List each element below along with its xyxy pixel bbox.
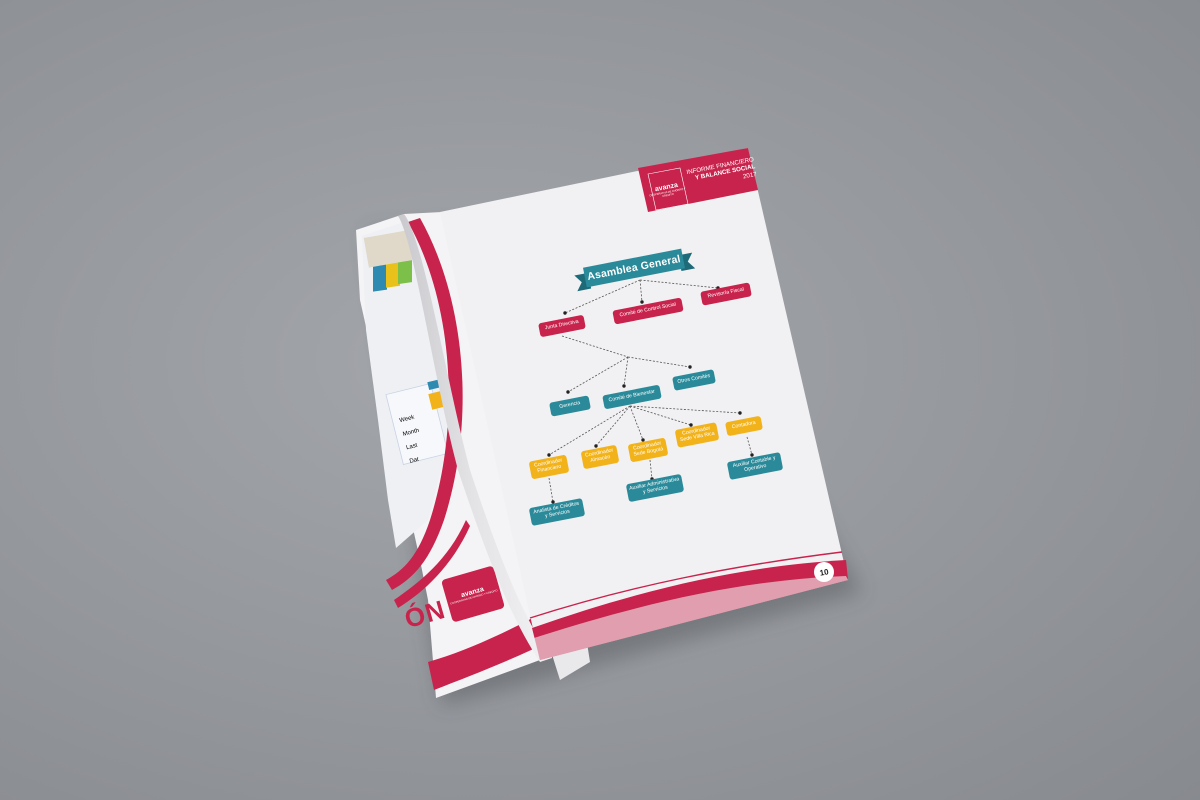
left-brand-tagline: COOPERATIVA DE AHORRO Y CREDITO <box>449 589 499 606</box>
mini-bar-green <box>398 260 412 285</box>
header-title-year: 2017 <box>742 170 758 181</box>
org-node-label-coord-fin: Coordinador Financiero <box>533 457 563 475</box>
left-brand-name: avanza <box>460 585 485 600</box>
org-node-label-contadora: Contadora <box>731 419 757 431</box>
org-node-label-coord-bog: Coordinador Sede Bogotá <box>632 440 664 458</box>
page-number: 10 <box>818 566 830 578</box>
org-node-label-otros: Otros Comités <box>676 372 711 386</box>
header-title-line2: Y BALANCE SOCIAL <box>694 163 756 182</box>
mini-bar-teal <box>373 263 387 292</box>
org-node-label-gerencia: Gerencia <box>558 400 581 410</box>
org-node-label-coord-vil: Coordinador Sede Villa Rica <box>679 425 716 444</box>
org-node-label-coord-alm: Coordinador Almacén <box>584 447 614 464</box>
org-node-label-revisoria: Revisoría Fiscal <box>707 286 745 300</box>
org-node-label-junta: Junta Directiva <box>544 318 580 332</box>
magazine-photo-scene: Week Month Last Dat avanza COOPERATIVA D… <box>356 148 862 705</box>
